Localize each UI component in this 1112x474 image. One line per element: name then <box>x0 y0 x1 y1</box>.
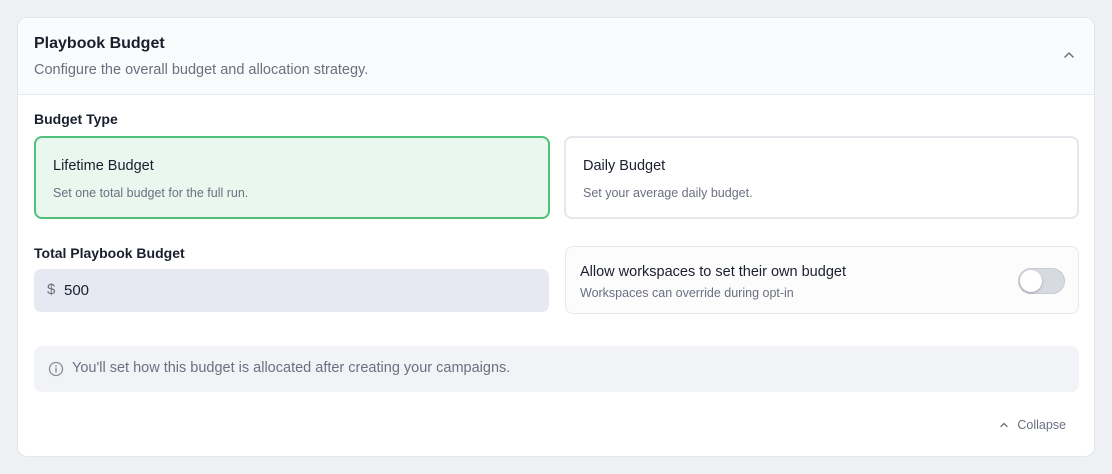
playbook-budget-card: Playbook Budget Configure the overall bu… <box>17 17 1095 457</box>
card-header[interactable]: Playbook Budget Configure the overall bu… <box>18 18 1094 95</box>
currency-symbol: $ <box>47 281 56 298</box>
info-text: You'll set how this budget is allocated … <box>72 360 511 376</box>
card-subtitle: Configure the overall budget and allocat… <box>34 62 369 78</box>
total-budget-label: Total Playbook Budget <box>34 245 185 261</box>
collapse-label: Collapse <box>1017 418 1066 432</box>
option-title: Lifetime Budget <box>53 158 154 174</box>
collapse-button[interactable]: Collapse <box>999 416 1066 434</box>
info-icon <box>48 361 64 377</box>
toggle-title: Allow workspaces to set their own budget <box>580 264 846 280</box>
option-description: Set your average daily budget. <box>583 186 753 200</box>
toggle-description: Workspaces can override during opt-in <box>580 286 794 300</box>
total-budget-input[interactable] <box>64 269 534 312</box>
chevron-up-icon[interactable] <box>1062 48 1076 62</box>
option-title: Daily Budget <box>583 158 666 174</box>
card-title: Playbook Budget <box>34 35 165 52</box>
info-banner: You'll set how this budget is allocated … <box>34 346 1079 392</box>
total-budget-field[interactable]: $ <box>34 269 549 312</box>
chevron-up-icon <box>1000 422 1009 428</box>
toggle-knob <box>1020 270 1042 292</box>
lifetime-budget-option[interactable]: Lifetime Budget Set one total budget for… <box>34 136 550 219</box>
budget-type-label: Budget Type <box>34 111 118 127</box>
daily-budget-option[interactable]: Daily Budget Set your average daily budg… <box>564 136 1079 219</box>
option-description: Set one total budget for the full run. <box>53 186 249 200</box>
workspace-budget-setting: Allow workspaces to set their own budget… <box>565 246 1079 314</box>
workspace-budget-toggle[interactable] <box>1018 268 1065 294</box>
